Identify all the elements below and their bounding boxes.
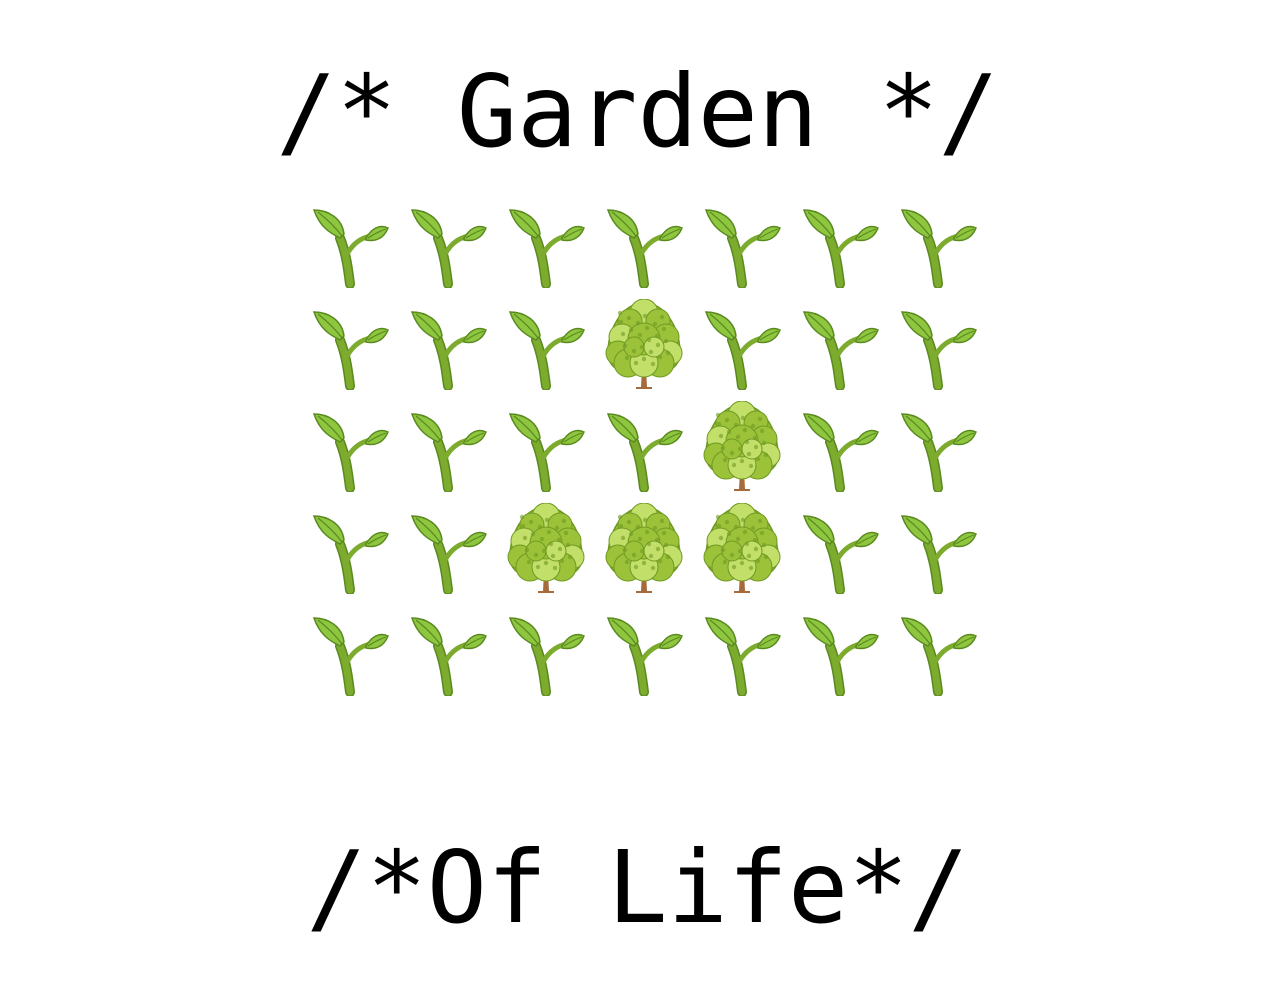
- title-bottom: /*Of Life*/: [306, 829, 969, 946]
- title-top: /* Garden */: [276, 53, 999, 170]
- tree-icon: [693, 498, 791, 600]
- tree-icon: [595, 498, 693, 600]
- seedling-icon: [301, 498, 399, 600]
- seedling-icon: [301, 192, 399, 294]
- seedling-icon: [693, 600, 791, 702]
- seedling-icon: [497, 600, 595, 702]
- seedling-icon: [301, 396, 399, 498]
- tree-icon: [497, 498, 595, 600]
- seedling-icon: [497, 192, 595, 294]
- seedling-icon: [791, 192, 889, 294]
- seedling-icon: [595, 192, 693, 294]
- garden-grid: [301, 192, 987, 804]
- tree-icon: [693, 396, 791, 498]
- tree-icon: [595, 294, 693, 396]
- seedling-icon: [791, 396, 889, 498]
- seedling-icon: [399, 192, 497, 294]
- seedling-icon: [889, 498, 987, 600]
- seedling-icon: [399, 294, 497, 396]
- seedling-icon: [595, 396, 693, 498]
- seedling-icon: [497, 396, 595, 498]
- seedling-icon: [889, 294, 987, 396]
- seedling-icon: [791, 498, 889, 600]
- seedling-icon: [497, 294, 595, 396]
- seedling-icon: [693, 192, 791, 294]
- seedling-icon: [889, 192, 987, 294]
- seedling-icon: [889, 600, 987, 702]
- seedling-icon: [791, 294, 889, 396]
- seedling-icon: [889, 396, 987, 498]
- seedling-icon: [595, 600, 693, 702]
- seedling-icon: [399, 498, 497, 600]
- seedling-icon: [693, 294, 791, 396]
- seedling-icon: [791, 600, 889, 702]
- seedling-icon: [301, 294, 399, 396]
- seedling-icon: [399, 600, 497, 702]
- seedling-icon: [399, 396, 497, 498]
- seedling-icon: [301, 600, 399, 702]
